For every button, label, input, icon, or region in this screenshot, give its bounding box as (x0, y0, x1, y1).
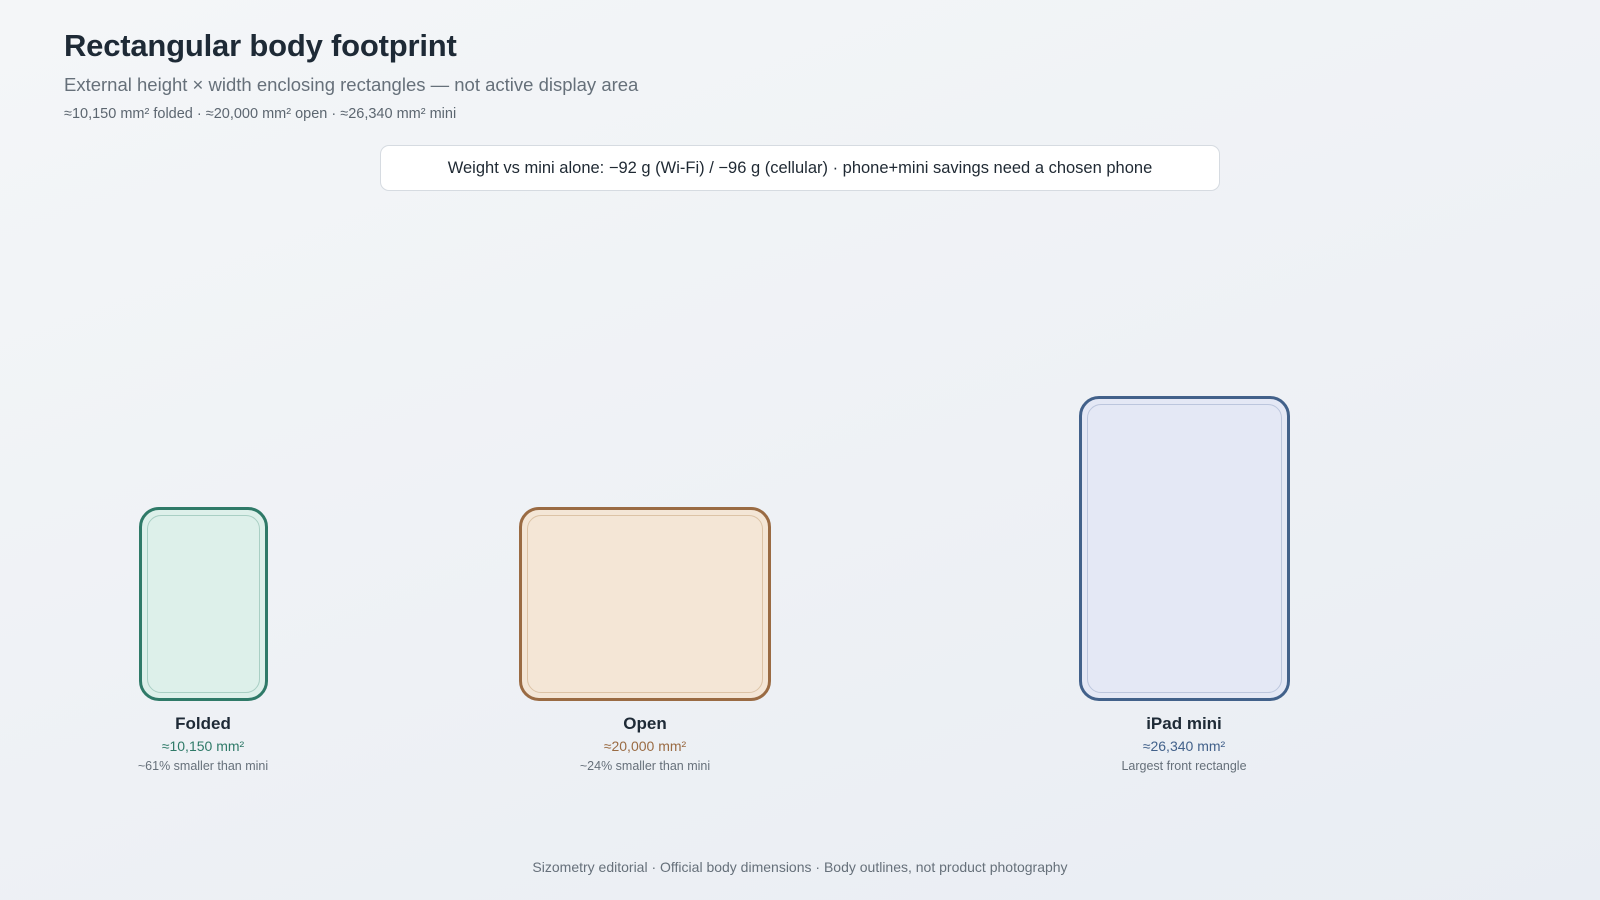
page-subtitle: External height × width enclosing rectan… (64, 74, 639, 95)
weight-callout-text: Weight vs mini alone: −92 g (Wi-Fi) / −9… (447, 158, 1153, 177)
open-area: ≈20,000 mm² (603, 738, 687, 754)
folded-area: ≈10,150 mm² (161, 738, 245, 754)
area-summary: ≈10,150 mm² folded · ≈20,000 mm² open · … (64, 106, 457, 122)
ipad-mini-screen-inset (1087, 404, 1282, 693)
folded-label-group: Folded ≈10,150 mm² ~61% smaller than min… (73, 714, 333, 774)
open-outline (519, 507, 771, 701)
folded-screen-inset (147, 515, 260, 693)
open-label-group: Open ≈20,000 mm² ~24% smaller than mini (515, 714, 775, 774)
ipad-mini-note: Largest front rectangle (1121, 759, 1247, 773)
footer-credit: Sizometry editorial · Official body dime… (532, 859, 1068, 875)
ipad-mini-name: iPad mini (1146, 714, 1222, 733)
ipad-mini-label-group: iPad mini ≈26,340 mm² Largest front rect… (1054, 714, 1314, 774)
page-title: Rectangular body footprint (64, 28, 457, 63)
weight-callout: Weight vs mini alone: −92 g (Wi-Fi) / −9… (380, 145, 1220, 191)
folded-note: ~61% smaller than mini (137, 759, 269, 773)
open-note: ~24% smaller than mini (579, 759, 711, 773)
open-name: Open (623, 714, 667, 733)
open-screen-inset (527, 515, 763, 693)
folded-outline (139, 507, 268, 701)
folded-name: Folded (175, 714, 231, 733)
ipad-mini-outline (1079, 396, 1290, 701)
ipad-mini-area: ≈26,340 mm² (1142, 738, 1226, 754)
